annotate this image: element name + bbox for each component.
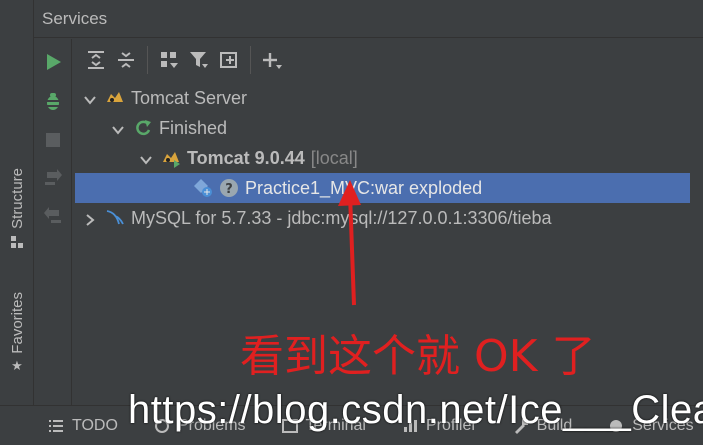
stop-icon[interactable] [43, 130, 63, 150]
tree-label: Tomcat Server [131, 87, 248, 108]
star-icon: ★ [11, 358, 23, 374]
run-icon[interactable] [43, 52, 63, 72]
tree-label: Tomcat 9.0.44 [187, 147, 305, 168]
bottom-tab-label: TODO [72, 416, 118, 434]
new-window-icon[interactable] [214, 45, 244, 75]
artifact-icon [193, 178, 213, 198]
structure-icon [10, 235, 24, 249]
svg-text:?: ? [225, 182, 233, 197]
tomcat-icon [161, 148, 181, 168]
watermark-text: https://blog.csdn.net/Ice___Clean [128, 388, 703, 432]
annotation-text: 看到这个就 OK 了 [240, 331, 596, 382]
structure-tab[interactable]: Structure [4, 168, 30, 249]
tree-label: Finished [159, 117, 228, 138]
filter-icon[interactable] [184, 45, 214, 75]
tomcat-icon [105, 88, 125, 108]
chevron-down-icon[interactable] [83, 91, 97, 105]
chevron-right-icon[interactable] [83, 211, 97, 226]
toolbar-separator [250, 46, 251, 74]
collapse-all-icon[interactable] [111, 45, 141, 75]
tree-node-tomcat-server[interactable]: Tomcat Server [73, 83, 703, 113]
structure-tab-label: Structure [8, 168, 26, 229]
action-column [34, 39, 72, 405]
favorites-tab[interactable]: Favorites ★ [4, 292, 30, 374]
toolbar-separator [147, 46, 148, 74]
list-icon [48, 418, 64, 434]
annotation-arrow [338, 180, 361, 306]
left-tool-stripe: Structure Favorites ★ [0, 0, 34, 405]
tree-node-tomcat-instance[interactable]: Tomcat 9.0.44 [local] [73, 143, 703, 173]
deploy-icon[interactable] [43, 168, 63, 188]
mysql-icon [105, 208, 125, 228]
services-toolbar [73, 39, 703, 81]
tree-node-finished[interactable]: Finished [73, 113, 703, 143]
refresh-icon [133, 118, 153, 138]
unknown-status-icon: ? [219, 178, 239, 198]
chevron-down-icon[interactable] [139, 151, 153, 165]
group-icon[interactable] [154, 45, 184, 75]
add-icon[interactable] [257, 45, 287, 75]
debug-icon[interactable] [43, 91, 63, 111]
panel-title: Services [42, 8, 108, 28]
panel-header: Services [34, 0, 703, 38]
undeploy-icon[interactable] [43, 206, 63, 226]
chevron-down-icon[interactable] [111, 121, 125, 135]
expand-all-icon[interactable] [81, 45, 111, 75]
bottom-tab-todo[interactable]: TODO [48, 417, 118, 435]
tree-label-suffix: [local] [310, 147, 358, 168]
favorites-tab-label: Favorites [8, 292, 26, 354]
